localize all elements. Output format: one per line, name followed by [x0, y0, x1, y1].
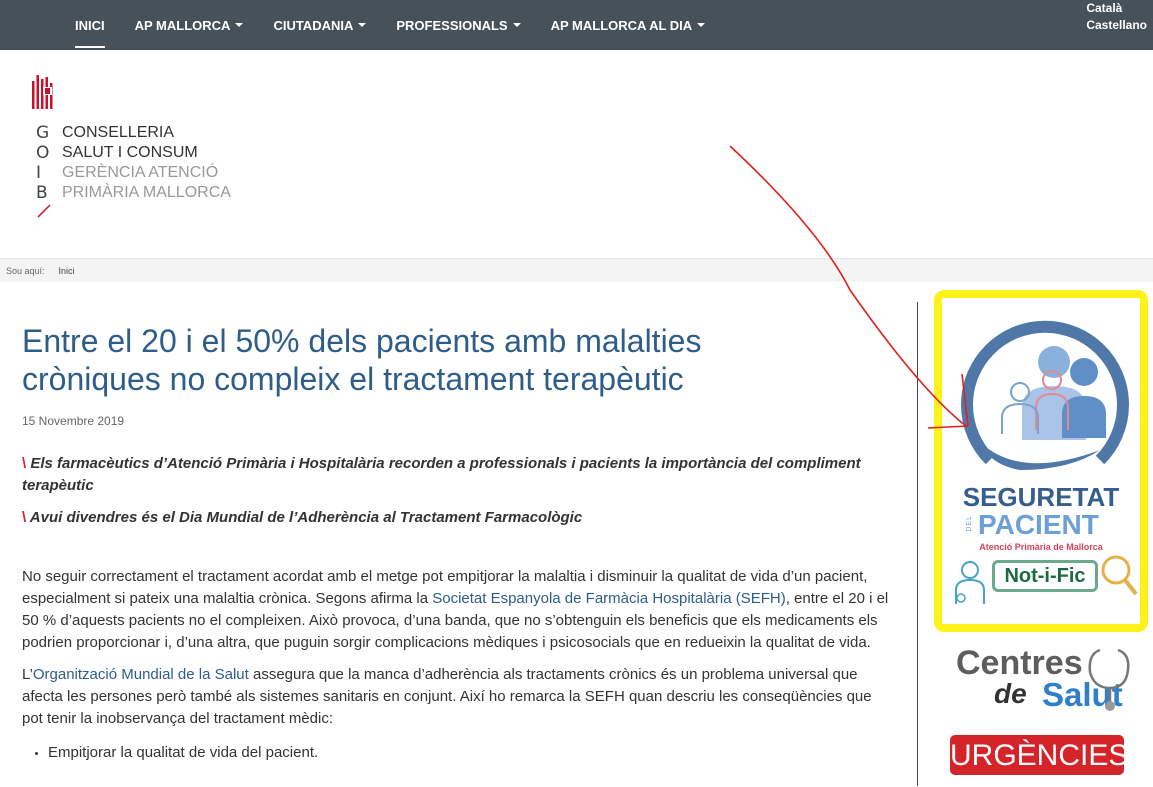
de-word: de: [994, 678, 1027, 709]
nav-item-professionals[interactable]: PROFESSIONALS: [396, 0, 521, 50]
nav-item-label: PROFESSIONALS: [396, 17, 508, 33]
sefh-link[interactable]: Societat Espanyola de Farmàcia Hospitalà…: [432, 590, 785, 607]
lead-marker: \: [22, 509, 27, 526]
caret-down-icon: [512, 23, 521, 27]
article-lead: \ Avui divendres és el Dia Mundial de l’…: [22, 507, 892, 529]
consequences-list: Empitjorar la qualitat de vida del pacie…: [48, 742, 892, 764]
magnifier-icon: [1101, 555, 1138, 596]
nav-item-label: AP MALLORCA: [134, 17, 231, 33]
top-navbar: INICI AP MALLORCA CIUTADANIA PROFESSIONA…: [0, 0, 1153, 50]
lang-castellano-link[interactable]: Castellano: [1086, 17, 1147, 34]
balearic-flag-icon: [32, 75, 53, 109]
nav-item-ap-mallorca[interactable]: AP MALLORCA: [135, 0, 244, 50]
nav-item-label: CIUTADANIA: [273, 17, 354, 33]
article-paragraph: L’Organització Mundial de la Salut asseg…: [22, 666, 872, 727]
list-item: Empitjorar la qualitat de vida del pacie…: [48, 742, 892, 764]
nav-item-label: INICI: [75, 17, 105, 33]
language-switcher: Català Castellano: [1086, 0, 1147, 34]
stethoscope-icon: [1088, 648, 1130, 711]
article-date: 15 Novembre 2019: [22, 414, 125, 428]
main-menu: INICI AP MALLORCA CIUTADANIA PROFESSIONA…: [75, 0, 735, 50]
centres-salut-banner[interactable]: Centres de Salut: [952, 644, 1140, 718]
breadcrumb: Sou aquí: Inici: [0, 258, 1153, 282]
article-lead: \ Els farmacèutics d’Atenció Primària i …: [22, 453, 892, 497]
breadcrumb-prefix: Sou aquí:: [6, 265, 45, 276]
pacient-title: PACIENT: [978, 509, 1099, 540]
nav-item-ap-mallorca-al-dia[interactable]: AP MALLORCA AL DIA: [551, 0, 706, 50]
logo-text: CONSELLERIA SALUT I CONSUM GERÈNCIA ATEN…: [62, 124, 231, 201]
lead-text: Avui divendres és el Dia Mundial de l’Ad…: [29, 509, 583, 526]
seguretat-subtitle: Atenció Primària de Mallorca: [979, 542, 1103, 552]
lead-marker: \: [22, 455, 27, 472]
del-label: DEL: [966, 515, 973, 532]
nav-item-inici[interactable]: INICI: [75, 0, 105, 50]
oms-link[interactable]: Organització Mundial de la Salut: [33, 666, 249, 683]
nav-item-ciutadania[interactable]: CIUTADANIA: [273, 0, 367, 50]
caret-down-icon: [358, 23, 367, 27]
patient-safety-icon: [961, 320, 1129, 470]
goib-letters: G O I B: [36, 123, 50, 203]
seguretat-pacient-banner[interactable]: SEGURETAT DEL PACIENT Atenció Primària d…: [934, 290, 1148, 632]
logo-slash-icon: [37, 204, 51, 218]
caret-down-icon: [697, 23, 706, 27]
sidebar-divider: [917, 302, 918, 786]
caret-down-icon: [235, 23, 244, 27]
urgencies-button[interactable]: URGÈNCIES: [950, 735, 1128, 775]
lang-catala-link[interactable]: Català: [1086, 0, 1147, 17]
notific-label: Not-i-Fic: [992, 560, 1098, 592]
breadcrumb-item-inici[interactable]: Inici: [59, 266, 75, 276]
article: Entre el 20 i el 50% dels pacients amb m…: [22, 322, 892, 764]
article-paragraph: No seguir correctament el tractament aco…: [22, 568, 889, 651]
nav-item-label: AP MALLORCA AL DIA: [550, 17, 693, 33]
article-title: Entre el 20 i el 50% dels pacients amb m…: [22, 323, 702, 397]
lead-text: Els farmacèutics d’Atenció Primària i Ho…: [22, 455, 861, 494]
person-icon: [955, 561, 985, 604]
